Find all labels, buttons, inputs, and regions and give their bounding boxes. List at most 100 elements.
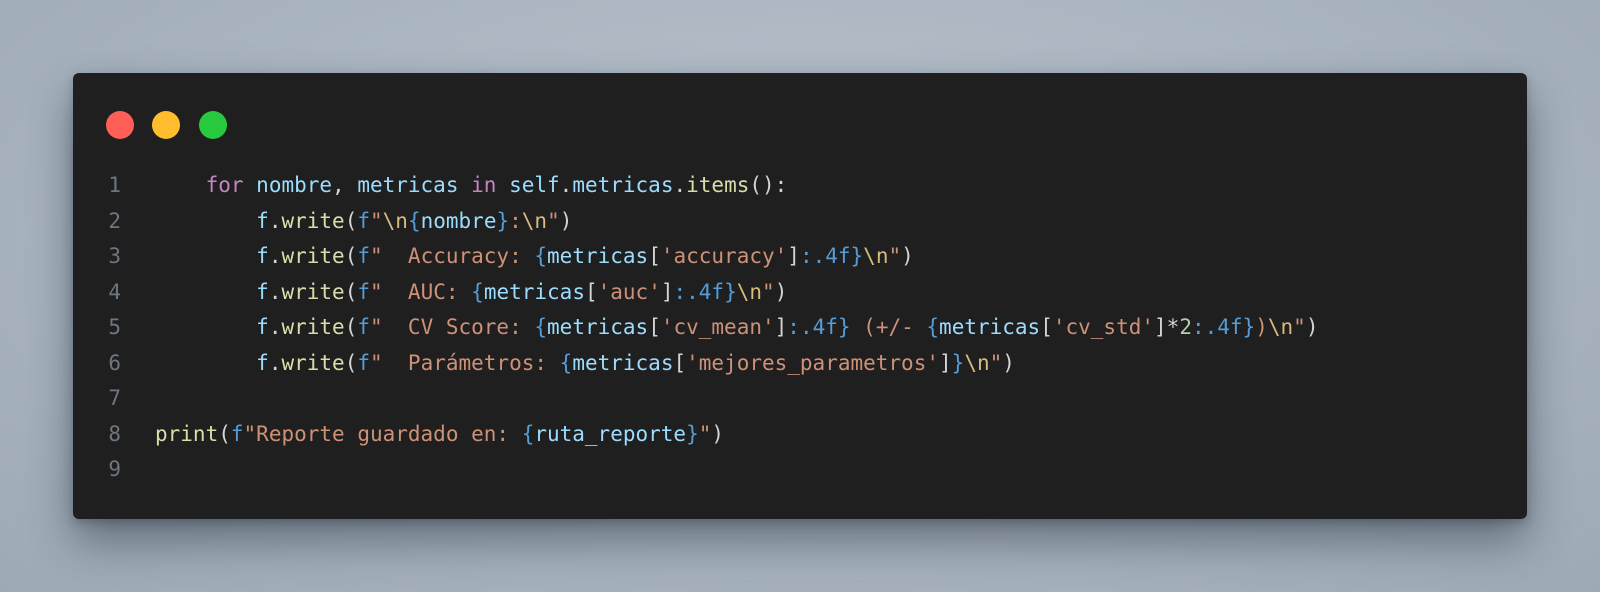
code-token: } [686, 421, 699, 446]
code-token: metricas [547, 315, 649, 339]
code-token: ] [660, 279, 674, 304]
minimize-button[interactable] [152, 111, 180, 139]
code-token: for [205, 173, 244, 197]
code-token: { [471, 279, 484, 304]
code-line-content: f.write(f"\n{nombre}:\n") [155, 204, 572, 240]
code-token: [ [648, 244, 661, 268]
code-token: ] [939, 350, 952, 375]
code-token: f [357, 244, 370, 268]
code-token: 'accuracy' [660, 244, 788, 268]
code-token: : [509, 208, 522, 233]
code-token: nombre [256, 173, 333, 197]
code-token: write [281, 315, 345, 339]
code-token: } [724, 279, 737, 304]
code-token: . [268, 315, 282, 339]
code-token: \n [1267, 315, 1294, 339]
code-token: metricas [572, 173, 674, 197]
code-window: 1 for nombre, metricas in self.metricas.… [73, 73, 1527, 519]
code-token: " Accuracy: [370, 244, 535, 268]
code-token: (+/- [850, 315, 927, 339]
code-block: 1 for nombre, metricas in self.metricas.… [73, 168, 1527, 488]
code-token: self [509, 173, 560, 197]
code-token: ] [774, 315, 788, 339]
code-line: 2 f.write(f"\n{nombre}:\n") [73, 204, 1527, 240]
code-token: :.4f [787, 315, 838, 339]
code-line: 4 f.write(f" AUC: {metricas['auc']:.4f}\… [73, 275, 1527, 311]
code-token: [ [673, 350, 687, 375]
code-token: f [256, 315, 269, 339]
code-token: write [281, 208, 345, 233]
code-token: [ [648, 315, 661, 339]
code-token: ]* [1154, 315, 1180, 339]
code-token: " [888, 244, 902, 268]
zoom-button[interactable] [199, 111, 227, 139]
code-line-content: for nombre, metricas in self.metricas.it… [155, 168, 788, 204]
code-line: 7 [73, 381, 1527, 417]
line-number: 2 [108, 208, 121, 233]
code-line-content: f.write(f" Accuracy: {metricas['accuracy… [155, 239, 914, 275]
code-token: ( [344, 208, 358, 233]
code-line: 3 f.write(f" Accuracy: {metricas['accura… [73, 239, 1527, 275]
code-token: } [1242, 315, 1256, 339]
code-token: :.4f [799, 244, 851, 268]
code-token: f [256, 350, 269, 375]
code-token: " [1293, 315, 1306, 339]
code-token: ) [1002, 350, 1015, 375]
code-token: write [281, 350, 345, 375]
code-token: ) [559, 208, 573, 233]
code-token: f [256, 244, 269, 268]
code-token: ruta_reporte [534, 421, 687, 446]
code-token: , [332, 173, 358, 197]
code-token: \n [382, 208, 408, 233]
code-token: ) [774, 279, 788, 304]
code-token: \n [736, 279, 763, 304]
code-token: " [698, 421, 712, 446]
code-token: metricas [572, 350, 674, 375]
line-number: 8 [108, 421, 121, 446]
code-line: 8 print(f"Reporte guardado en: {ruta_repo… [73, 417, 1527, 453]
code-token: ( [344, 315, 358, 339]
code-token: f [357, 208, 370, 233]
close-button[interactable] [106, 111, 134, 139]
code-token: ( [344, 244, 358, 268]
code-token: 'mejores_parametros' [686, 350, 939, 375]
code-token: metricas [939, 315, 1041, 339]
code-token: ) [711, 421, 725, 446]
code-token: " [370, 208, 383, 233]
code-token: " Parámetros: [370, 350, 560, 375]
code-token: . [268, 350, 282, 375]
code-token: [ [584, 279, 598, 304]
code-token: write [281, 279, 345, 304]
code-token: { [534, 315, 548, 339]
line-number: 9 [108, 457, 121, 481]
code-line-content: f.write(f" Parámetros: {metricas['mejore… [155, 346, 1015, 382]
code-token: f [256, 279, 269, 304]
code-token: f [230, 421, 244, 446]
code-token: { [534, 244, 548, 268]
code-token: nombre [420, 208, 497, 233]
code-token: { [559, 350, 573, 375]
code-token: print [155, 421, 219, 446]
code-token: } [837, 315, 851, 339]
line-number: 6 [108, 350, 121, 375]
code-token: :.4f [673, 279, 725, 304]
code-token: 'cv_mean' [660, 315, 775, 339]
code-line: 9 [73, 452, 1527, 488]
code-token: 2 [1179, 315, 1192, 339]
code-line-content: print(f"Reporte guardado en: {ruta_repor… [155, 417, 724, 453]
code-token: ) [1305, 315, 1319, 339]
code-token: metricas [547, 244, 649, 268]
code-line-content: f.write(f" CV Score: {metricas['cv_mean'… [155, 310, 1318, 346]
code-token: :.4f [1191, 315, 1243, 339]
code-token: " [762, 279, 775, 304]
code-token: "Reporte guardado en: [243, 421, 522, 446]
code-token: ( [344, 350, 358, 375]
line-number: 3 [108, 244, 121, 268]
code-token: metricas [483, 279, 585, 304]
code-token: items [686, 173, 750, 197]
code-token: . [268, 208, 282, 233]
